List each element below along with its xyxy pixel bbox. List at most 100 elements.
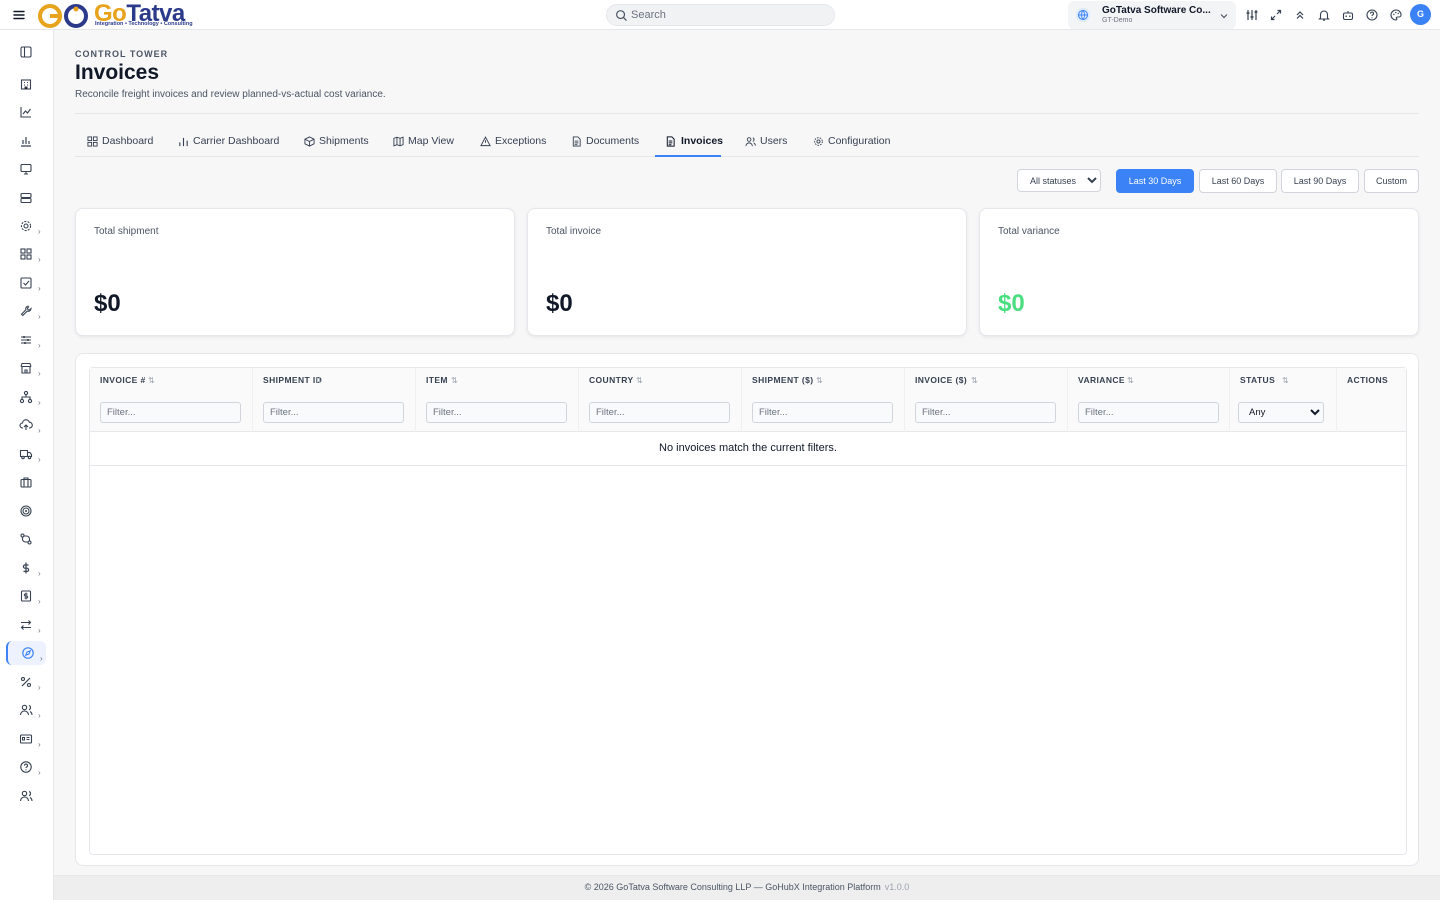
sort-icon[interactable]: ⇅ <box>1127 376 1134 385</box>
range-last-90-days-button[interactable]: Last 90 Days <box>1281 169 1359 193</box>
range-last-30-days-button[interactable]: Last 30 Days <box>1116 169 1194 193</box>
sidebar-item-billing[interactable]: › <box>6 584 46 608</box>
sort-icon[interactable]: ⇅ <box>451 376 458 385</box>
country-filter-input[interactable] <box>589 402 730 423</box>
item-filter-input[interactable] <box>426 402 567 423</box>
global-search[interactable] <box>606 4 835 26</box>
sidebar-item-store[interactable]: › <box>6 356 46 380</box>
expand-caret-icon: › <box>38 711 41 720</box>
page-subtitle: Reconcile freight invoices and review pl… <box>75 89 386 100</box>
arrows-exchange-icon <box>20 620 32 630</box>
server-icon <box>20 192 32 204</box>
help-icon[interactable] <box>1365 8 1379 22</box>
search-input[interactable] <box>631 7 827 23</box>
chevrons-up-icon[interactable] <box>1293 8 1307 22</box>
header-divider <box>75 113 1419 114</box>
range-last-60-days-button[interactable]: Last 60 Days <box>1199 169 1277 193</box>
expand-caret-icon: › <box>38 597 41 606</box>
sidebar-item-apps[interactable]: › <box>6 242 46 266</box>
sidebar-item-servers[interactable] <box>6 186 46 210</box>
total-invoice-card: Total invoice $0 <box>527 208 967 336</box>
sliders-icon[interactable] <box>1245 8 1259 22</box>
tab-dashboard[interactable]: Dashboard <box>87 128 157 156</box>
column-header-label[interactable]: INVOICE ($) <box>915 375 967 385</box>
sidebar-item-uploads[interactable]: › <box>6 413 46 437</box>
sort-icon[interactable]: ⇅ <box>971 376 978 385</box>
sort-icon[interactable]: ⇅ <box>636 376 643 385</box>
sort-icon[interactable]: ⇅ <box>816 376 823 385</box>
sidebar-toggle[interactable] <box>6 40 46 64</box>
invoice-number-filter-input[interactable] <box>100 402 241 423</box>
column-header-label[interactable]: VARIANCE <box>1078 375 1125 385</box>
target-icon <box>20 505 32 517</box>
sidebar-item-transport[interactable]: › <box>6 442 46 466</box>
sidebar-item-monitor[interactable] <box>6 157 46 181</box>
avatar[interactable]: G <box>1410 4 1431 25</box>
sidebar-item-people[interactable]: › <box>6 698 46 722</box>
sidebar-item-support[interactable]: › <box>6 755 46 779</box>
tab-users[interactable]: Users <box>745 128 793 156</box>
tab-shipments[interactable]: Shipments <box>304 128 374 156</box>
range-custom-button[interactable]: Custom <box>1364 169 1419 193</box>
checkbox-icon <box>20 277 32 289</box>
org-code: GT-Demo <box>1102 17 1133 24</box>
column-header-label[interactable]: STATUS <box>1240 375 1275 385</box>
org-switcher[interactable]: GoTatva Software Co... GT-Demo <box>1068 1 1236 29</box>
sidebar-item-finance[interactable]: › <box>6 556 46 580</box>
expand-caret-icon: › <box>38 569 41 578</box>
sidebar-item-tools[interactable]: › <box>6 299 46 323</box>
sort-icon[interactable]: ⇅ <box>148 376 155 385</box>
brand-logo[interactable]: GoTatva Integration • Technology • Consu… <box>36 0 196 29</box>
sidebar-item-reports[interactable] <box>6 129 46 153</box>
tab-carrier-dashboard[interactable]: Carrier Dashboard <box>178 128 284 156</box>
sort-icon[interactable]: ⇅ <box>1282 376 1289 385</box>
column-header-label[interactable]: ITEM <box>426 375 448 385</box>
column-header-label[interactable]: INVOICE # <box>100 375 146 385</box>
sidebar-item-buildings[interactable] <box>6 72 46 96</box>
org-name: GoTatva Software Co... <box>1102 5 1211 16</box>
brand-mark-icon <box>38 4 88 28</box>
invoice-amount-filter-input[interactable] <box>915 402 1056 423</box>
shipment-id-filter-input[interactable] <box>263 402 404 423</box>
sidebar-item-identity[interactable]: › <box>6 727 46 751</box>
robot-icon[interactable] <box>1341 8 1355 22</box>
palette-icon[interactable] <box>1389 8 1403 22</box>
card-label: Total shipment <box>94 226 159 237</box>
column-actions: ACTIONS <box>1337 368 1406 432</box>
sidebar-item-targets[interactable] <box>6 499 46 523</box>
tab-documents[interactable]: Documents <box>571 128 643 156</box>
menu-icon[interactable] <box>12 8 26 22</box>
sidebar-item-exchange[interactable]: › <box>6 613 46 637</box>
column-header-label[interactable]: COUNTRY <box>589 375 634 385</box>
bar-chart-icon <box>21 137 31 147</box>
sort-icon[interactable]: ⇅ <box>315 376 322 385</box>
column-header-label[interactable]: SHIPMENT ($) <box>752 375 813 385</box>
sidebar-item-control-tower[interactable]: › <box>6 641 46 665</box>
tab-exceptions[interactable]: Exceptions <box>480 128 552 156</box>
shipment-amount-filter-input[interactable] <box>752 402 893 423</box>
search-icon <box>616 10 627 21</box>
sidebar-item-tasks[interactable]: › <box>6 271 46 295</box>
sidebar-item-network[interactable]: › <box>6 385 46 409</box>
sidebar-item-analytics[interactable] <box>6 100 46 124</box>
status-filter-select[interactable]: All statuses <box>1017 169 1101 192</box>
column-invoice-number: INVOICE # ⇅ <box>90 368 253 432</box>
expand-icon[interactable] <box>1269 8 1283 22</box>
bell-icon[interactable] <box>1317 8 1331 22</box>
sidebar-item-settings[interactable]: › <box>6 214 46 238</box>
tab-configuration[interactable]: Configuration <box>813 128 897 156</box>
sidebar-item-business[interactable] <box>6 470 46 494</box>
variance-filter-input[interactable] <box>1078 402 1219 423</box>
tab-map-view[interactable]: Map View <box>393 128 459 156</box>
sidebar-item-rates[interactable]: › <box>6 670 46 694</box>
sidebar-item-controls[interactable]: › <box>6 328 46 352</box>
users-icon <box>745 137 756 147</box>
status-column-filter-select[interactable]: Any <box>1238 402 1324 423</box>
tab-invoices[interactable]: Invoices <box>655 128 723 157</box>
sidebar-item-team[interactable] <box>6 784 46 808</box>
sidebar-item-compare[interactable] <box>6 527 46 551</box>
column-header-label[interactable]: SHIPMENT ID <box>263 375 322 385</box>
grid-icon <box>20 248 32 260</box>
expand-caret-icon: › <box>38 768 41 777</box>
monitor-icon <box>20 163 32 175</box>
